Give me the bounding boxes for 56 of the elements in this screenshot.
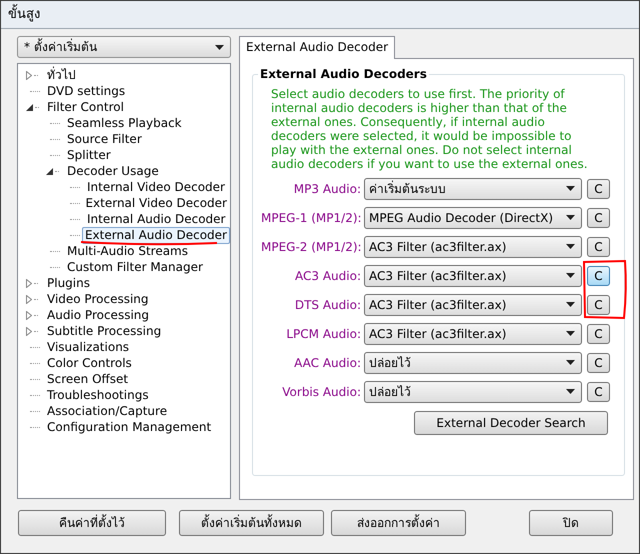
tree-item[interactable]: Seamless Playback (64, 114, 185, 132)
tree-item[interactable]: Source Filter (64, 130, 145, 148)
clear-button[interactable]: C (587, 266, 610, 286)
tree-item[interactable]: Screen Offset (44, 370, 132, 388)
tree-item[interactable]: Splitter (64, 146, 114, 164)
tree-item[interactable]: Multi-Audio Streams (64, 242, 191, 260)
clear-button[interactable]: C (587, 324, 610, 344)
tree-item[interactable]: Custom Filter Manager (64, 258, 206, 276)
decoder-dropdown[interactable]: AC3 Filter (ac3filter.ax) (364, 322, 582, 344)
decoder-dropdown[interactable]: AC3 Filter (ac3filter.ax) (364, 264, 582, 286)
reset-all-button[interactable]: ตั้งค่าเริ่มต้นทั้งหมด (179, 510, 324, 536)
tab[interactable]: External Audio Decoder (239, 36, 396, 59)
field-label: MPEG-2 (MP1/2): (261, 238, 363, 256)
tree-item[interactable]: External Audio Decoder (82, 226, 230, 244)
field-label: LPCM Audio: (285, 326, 362, 342)
field-label: MPEG-1 (MP1/2): (261, 210, 363, 226)
close-button[interactable]: ปิด (529, 510, 613, 536)
tree-item[interactable]: Subtitle Processing (44, 322, 164, 340)
decoder-dropdown[interactable]: MPEG Audio Decoder (DirectX) (364, 206, 582, 228)
clear-button[interactable]: C (587, 236, 610, 256)
window-title: ขั้นสูง (8, 4, 40, 24)
decoder-dropdown[interactable]: AC3 Filter (ac3filter.ax) (364, 294, 582, 316)
tree-item[interactable]: Troubleshootings (44, 386, 152, 404)
tree-item[interactable]: Internal Video Decoder (84, 178, 228, 196)
tree-item[interactable]: Internal Audio Decoder (84, 210, 228, 228)
field-label: AAC Audio: (293, 354, 362, 372)
export-settings-button[interactable]: ส่งออกการตั้งค่า (331, 510, 466, 536)
tree-item[interactable]: Video Processing (44, 290, 152, 308)
tree-item[interactable]: Association/Capture (44, 402, 170, 420)
field-label: MP3 Audio: (292, 180, 362, 198)
clear-button[interactable]: C (587, 382, 610, 402)
tree-item[interactable]: Decoder Usage (64, 162, 162, 180)
tree-item[interactable]: Color Controls (44, 354, 135, 372)
field-label: DTS Audio: (294, 296, 362, 314)
clear-button[interactable]: C (587, 294, 610, 314)
field-label: AC3 Audio: (294, 268, 362, 284)
external-decoder-search-button[interactable]: External Decoder Search (414, 411, 608, 435)
tree-item[interactable]: ทั่วไป (44, 66, 79, 84)
tree-item[interactable]: Audio Processing (44, 306, 152, 324)
tree-item[interactable]: Plugins (44, 274, 93, 292)
clear-button[interactable]: C (587, 208, 610, 228)
decoder-dropdown[interactable]: ค่าเริ่มต้นระบบ (364, 178, 582, 200)
tree-item[interactable]: Filter Control (44, 98, 127, 116)
tree-item[interactable]: Configuration Management (44, 418, 214, 436)
profile-dropdown[interactable]: * ตั้งค่าเริ่มต้น (17, 36, 231, 58)
decoder-dropdown[interactable]: ปล่อยไว้ (364, 352, 582, 374)
tree-item[interactable]: External Video Decoder (82, 194, 230, 212)
decoder-dropdown[interactable]: ปล่อยไว้ (364, 380, 582, 402)
description-text: Select audio decoders to use first. The priority of internal audio decoders is higher than that of the external ones. Consequently, if internal audio decoders were selected, it would be impossible to play with the external ones. Do not select internal audio decoders if you want to use the external ones. (271, 87, 589, 171)
decoder-dropdown[interactable]: AC3 Filter (ac3filter.ax) (364, 236, 582, 258)
tree-item[interactable]: DVD settings (44, 82, 128, 100)
restore-button[interactable]: คืนค่าที่ตั้งไว้ (18, 510, 166, 536)
clear-button[interactable]: C (587, 352, 610, 372)
tree-item[interactable]: Visualizations (44, 338, 132, 356)
clear-button[interactable]: C (587, 178, 610, 198)
field-label: Vorbis Audio: (281, 384, 362, 400)
